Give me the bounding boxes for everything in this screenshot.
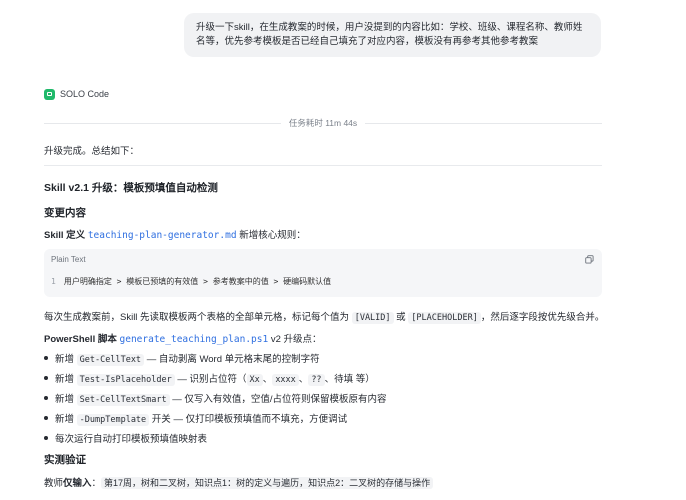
list-item-text: — 识别占位符（	[174, 374, 247, 385]
bullet-dot	[44, 376, 48, 381]
inline-code: Set-CellTextSmart	[76, 394, 170, 406]
divider-line	[44, 122, 281, 124]
code-line-text: 用户明确指定 > 模板已预填的有效值 > 参考教案中的值 > 硬编码默认值	[63, 277, 332, 286]
bullet-dot	[44, 396, 48, 401]
agent-name: SOLO Code	[60, 89, 110, 99]
skill-def-label: Skill 定义	[44, 230, 86, 241]
list-item-text: 新增	[55, 394, 77, 405]
list-item-text: 开关 — 仅打印模板预填值而不填充，方便调试	[149, 414, 348, 425]
agent-header: SOLO Code	[44, 87, 109, 101]
code-block: Plain Text 1 用户明确指定 > 模板已预填的有效值 > 参考教案中的值…	[44, 249, 602, 297]
list-item: 每次运行自动打印模板预填值映射表	[44, 431, 207, 445]
scan-text-after: ，然后逐字段按优先级合并。	[480, 312, 605, 323]
teacher-input-value: 第17周，树和二叉树，知识点1：树的定义与遍历，知识点2：二叉树的存储与操作	[101, 477, 434, 489]
changes-heading: 变更内容	[44, 207, 86, 219]
skill-def-file-link[interactable]: teaching-plan-generator.md	[88, 230, 237, 241]
list-item-text: 、	[324, 374, 335, 385]
inline-code: ??	[308, 374, 325, 386]
scan-text-or: 或	[393, 312, 409, 323]
scan-text-before: 每次生成教案前，Skill 先读取模板两个表格的全部单元格，标记每个值为	[44, 312, 352, 323]
task-duration: 任务耗时 11m 44s	[288, 118, 358, 128]
list-item: 新增 -DumpTemplate 开关 — 仅打印模板预填值而不填充，方便调试	[44, 411, 348, 426]
ps-script-line: PowerShell 脚本 generate_teaching_plan.ps1…	[44, 331, 322, 345]
teacher-input-line: 教师仅输入： 第17周，树和二叉树，知识点1：树的定义与遍历，知识点2：二叉树的存…	[44, 475, 434, 489]
code-line: 1 用户明确指定 > 模板已预填的有效值 > 参考教案中的值 > 硬编码默认值	[51, 276, 331, 287]
list-item: 新增 Set-CellTextSmart — 仅写入有效值，空值/占位符则保留模…	[44, 391, 387, 406]
scan-paragraph: 每次生成教案前，Skill 先读取模板两个表格的全部单元格，标记每个值为 [VA…	[44, 309, 605, 324]
skill-def-suffix: 新增核心规则：	[239, 230, 306, 241]
inline-code: -DumpTemplate	[76, 414, 150, 426]
valid-tag: [VALID]	[351, 312, 394, 324]
placeholder-tag: [PLACEHOLDER]	[408, 312, 481, 324]
list-item-text: 、	[298, 374, 309, 385]
bullet-dot	[44, 416, 48, 421]
list-item-text: — 自动剥离 Word 单元格末尾的控制字符	[144, 354, 320, 365]
horizontal-rule	[44, 165, 602, 166]
teacher-input-label: 教师仅输入	[44, 478, 92, 489]
teacher-input-colon: ：	[91, 478, 102, 489]
inline-code: Get-CellText	[76, 354, 145, 366]
list-item-text: 新增	[55, 354, 77, 365]
list-item: 新增 Get-CellText — 自动剥离 Word 单元格末尾的控制字符	[44, 351, 320, 366]
bullet-dot	[44, 356, 48, 361]
ps-script-label: PowerShell 脚本	[44, 334, 117, 345]
inline-code: Xx	[246, 374, 263, 386]
code-line-number: 1	[51, 277, 56, 286]
solo-code-logo-icon	[44, 88, 55, 100]
list-item-text: 新增	[55, 374, 77, 385]
list-item-text: — 仅写入有效值，空值/占位符则保留模板原有内容	[169, 394, 387, 405]
inline-code: xxxx	[272, 374, 299, 386]
ps-script-suffix: v2 升级点：	[268, 334, 322, 345]
summary-intro: 升级完成。总结如下：	[44, 146, 140, 157]
list-item-text: 、	[262, 374, 273, 385]
user-message-text: 升级一下skill，在生成教案的时候，用户没提到的内容比如：学校、班级、课程名称…	[196, 22, 583, 47]
user-message-bubble: 升级一下skill，在生成教案的时候，用户没提到的内容比如：学校、班级、课程名称…	[184, 13, 601, 57]
ps-script-file-link[interactable]: generate_teaching_plan.ps1	[120, 334, 269, 345]
section-title: Skill v2.1 升级：模板预填值自动检测	[44, 182, 218, 194]
code-lang-label: Plain Text	[51, 255, 86, 264]
list-item: 新增 Test-IsPlaceholder — 识别占位符（ Xx、 xxxx、??…	[44, 371, 375, 386]
list-item-text: 待填 等）	[334, 374, 375, 385]
copy-icon[interactable]	[585, 255, 594, 264]
verify-heading: 实测验证	[44, 454, 86, 466]
list-item-text: 每次运行自动打印模板预填值映射表	[55, 434, 208, 445]
list-item-text: 新增	[55, 414, 77, 425]
task-duration-divider: 任务耗时 11m 44s	[44, 116, 602, 130]
bullet-dot	[44, 436, 48, 441]
inline-code: Test-IsPlaceholder	[76, 374, 175, 386]
skill-def-line: Skill 定义 teaching-plan-generator.md 新增核心…	[44, 227, 306, 241]
divider-line	[365, 122, 602, 124]
